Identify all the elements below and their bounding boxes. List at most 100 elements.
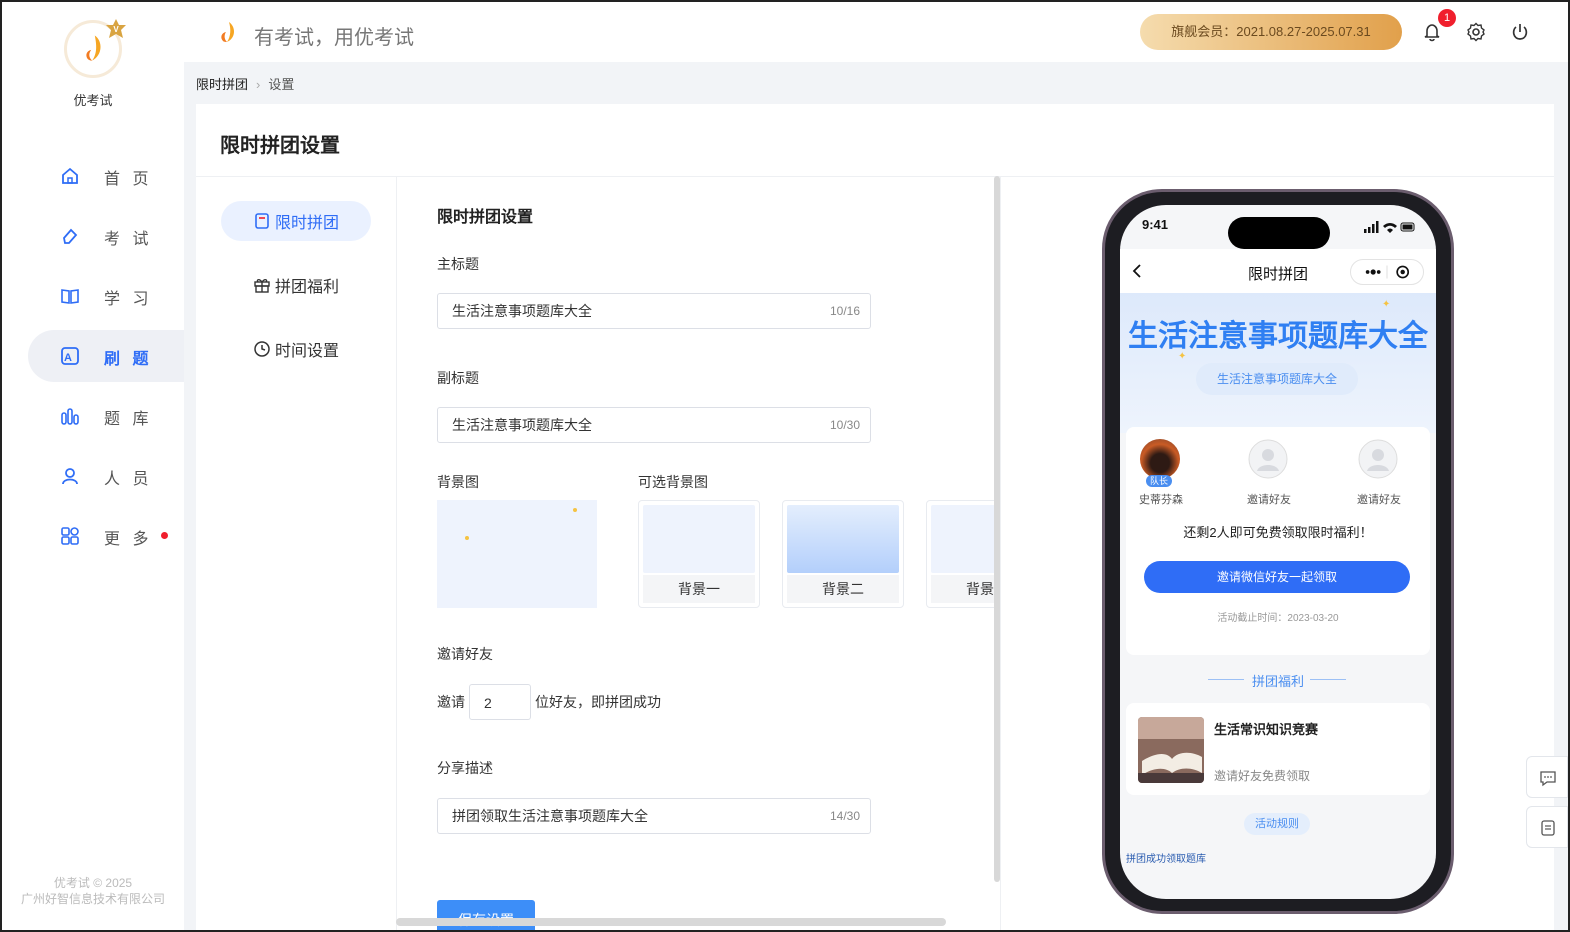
background-preview[interactable] <box>437 500 597 608</box>
notes-float-button[interactable] <box>1526 806 1568 848</box>
share-counter: 14/30 <box>829 809 860 823</box>
phone-nav-bar: 限时拼团 <box>1120 249 1436 293</box>
sidebar-item-more[interactable]: 更 多 <box>28 510 184 562</box>
book-photo-icon <box>1138 717 1204 783</box>
user-icon <box>62 468 78 485</box>
background-option-label: 背景三 <box>931 575 994 603</box>
benefit-description: 邀请好友免费领取 <box>1214 769 1311 783</box>
mini-program-capsule[interactable] <box>1350 259 1424 285</box>
leader-badge: 队长 <box>1146 475 1172 487</box>
document-icon <box>255 213 269 229</box>
subnav-label: 拼团福利 <box>274 279 339 296</box>
share-value: 拼团领取生活注意事项题库大全 <box>452 808 648 824</box>
sidebar: V 优考试 首 页 考 试 学 习 A 刷 题 题 库 人 员 更 多 优考试 … <box>2 2 184 930</box>
breadcrumb-separator-icon: › <box>256 77 261 92</box>
benefit-card[interactable]: 生活常识知识竞赛 邀请好友免费领取 <box>1126 703 1430 795</box>
main-title-label: 主标题 <box>437 256 479 272</box>
sidebar-item-practice[interactable]: A 刷 题 <box>28 330 184 382</box>
copyright-line-2: 广州好智信息技术有限公司 <box>20 892 165 906</box>
background-option-label: 背景二 <box>787 575 899 603</box>
background-thumb <box>787 505 899 573</box>
invite-wechat-button[interactable]: 邀请微信好友一起领取 <box>1144 561 1410 593</box>
brand-mark-icon <box>221 22 235 42</box>
chat-bubble-icon <box>1540 771 1556 787</box>
subnav-item-time[interactable]: 时间设置 <box>221 329 371 369</box>
background-option-3[interactable]: 背景三 <box>926 500 994 608</box>
grid-icon <box>61 527 79 545</box>
sidebar-item-label: 首 页 <box>104 171 153 188</box>
phone-hero-title: 生活注意事项题库大全 <box>1128 320 1428 353</box>
power-icon[interactable] <box>1510 22 1530 42</box>
breadcrumb-current: 设置 <box>268 77 295 92</box>
notification-dot <box>161 532 168 539</box>
divider <box>1310 679 1346 680</box>
subtitle-input[interactable]: 生活注意事项题库大全 10/30 <box>437 407 871 443</box>
divider <box>396 176 397 930</box>
subnav-item-group-buy[interactable]: 限时拼团 <box>221 201 371 241</box>
subnav-item-benefits[interactable]: 拼团福利 <box>221 265 371 305</box>
breadcrumb-root[interactable]: 限时拼团 <box>196 77 248 92</box>
subnav-label: 时间设置 <box>274 343 339 360</box>
team-card: 队长 史蒂芬森 邀请好友 邀请好友 还剩2人即可免费领取限时福利！ 邀请微信好友… <box>1126 427 1430 655</box>
member-name: 邀请好友 <box>1247 494 1291 506</box>
vip-membership-badge[interactable]: 旗舰会员：2021.08.27-2025.07.31 <box>1140 14 1402 50</box>
background-options: 背景一 背景二 背景三 <box>638 500 994 610</box>
sidebar-item-label: 题 库 <box>104 411 153 428</box>
share-label: 分享描述 <box>437 760 493 776</box>
clock-icon <box>254 341 270 357</box>
invite-suffix: 位好友，即拼团成功 <box>535 694 661 710</box>
empty-avatar-icon[interactable] <box>1248 439 1288 479</box>
bell-icon[interactable] <box>1422 22 1442 42</box>
share-description-input[interactable]: 拼团领取生活注意事项题库大全 14/30 <box>437 798 871 834</box>
phone-preview: 9:41 限时拼团 ✦ ✦ 生活注意事项题库大全 生活注意事项题库大全 队长 史… <box>1102 189 1454 914</box>
main-title-input[interactable]: 生活注意事项题库大全 10/16 <box>437 293 871 329</box>
eraser-icon <box>63 228 78 244</box>
optional-background-label: 可选背景图 <box>638 474 708 490</box>
sidebar-item-exam[interactable]: 考 试 <box>28 210 184 262</box>
sidebar-item-label: 更 多 <box>104 531 153 548</box>
divider <box>1000 176 1001 930</box>
benefits-section-title: 拼团福利 <box>1251 674 1304 689</box>
book-icon <box>61 289 79 304</box>
horizontal-scrollbar[interactable] <box>396 918 946 926</box>
background-option-1[interactable]: 背景一 <box>638 500 760 608</box>
home-icon <box>62 167 78 184</box>
subtitle-value: 生活注意事项题库大全 <box>452 417 592 433</box>
remaining-members-text: 还剩2人即可免费领取限时福利！ <box>1183 525 1373 540</box>
activity-deadline: 活动截止时间：2023-03-20 <box>1217 613 1339 624</box>
subtitle-label: 副标题 <box>437 370 479 386</box>
bar-chart-icon <box>61 408 79 425</box>
sidebar-item-study[interactable]: 学 习 <box>28 270 184 322</box>
footer-link[interactable]: 拼团成功领取题库 <box>1126 850 1206 865</box>
invite-prefix: 邀请 <box>437 694 465 710</box>
background-option-2[interactable]: 背景二 <box>782 500 904 608</box>
page-title: 限时拼团设置 <box>220 135 340 157</box>
copyright-line-1: 优考试 © 2025 <box>53 876 133 890</box>
invite-row: 邀请 2 位好友，即拼团成功 <box>437 684 661 720</box>
subnav-label: 限时拼团 <box>274 215 339 232</box>
empty-avatar-icon[interactable] <box>1358 439 1398 479</box>
brand-name: 优考试 <box>73 93 113 108</box>
avatar <box>1140 439 1180 479</box>
sidebar-item-home[interactable]: 首 页 <box>28 150 184 202</box>
phone-time: 9:41 <box>1142 217 1169 232</box>
subtitle-counter: 10/30 <box>829 418 860 432</box>
brand-logo[interactable]: V <box>64 19 126 80</box>
gear-icon[interactable] <box>1466 22 1486 42</box>
background-label: 背景图 <box>437 474 479 490</box>
letter-a-icon: A <box>61 347 79 365</box>
benefit-name: 生活常识知识竞赛 <box>1214 722 1319 737</box>
notification-count-badge: 1 <box>1438 9 1456 27</box>
benefit-thumbnail <box>1138 717 1204 783</box>
background-thumb <box>931 505 994 573</box>
sidebar-item-bank[interactable]: 题 库 <box>28 390 184 442</box>
main-title-value: 生活注意事项题库大全 <box>452 303 592 319</box>
sidebar-item-label: 刷 题 <box>104 351 153 368</box>
invite-count-input[interactable]: 2 <box>469 684 531 720</box>
main-title-counter: 10/16 <box>829 304 860 318</box>
member-name: 邀请好友 <box>1357 494 1401 506</box>
activity-rules-button[interactable]: 活动规则 <box>1244 813 1310 835</box>
sidebar-item-users[interactable]: 人 员 <box>28 450 184 502</box>
chat-float-button[interactable] <box>1526 756 1568 798</box>
top-bar: 有考试，用优考试 旗舰会员：2021.08.27-2025.07.31 1 <box>184 2 1568 62</box>
